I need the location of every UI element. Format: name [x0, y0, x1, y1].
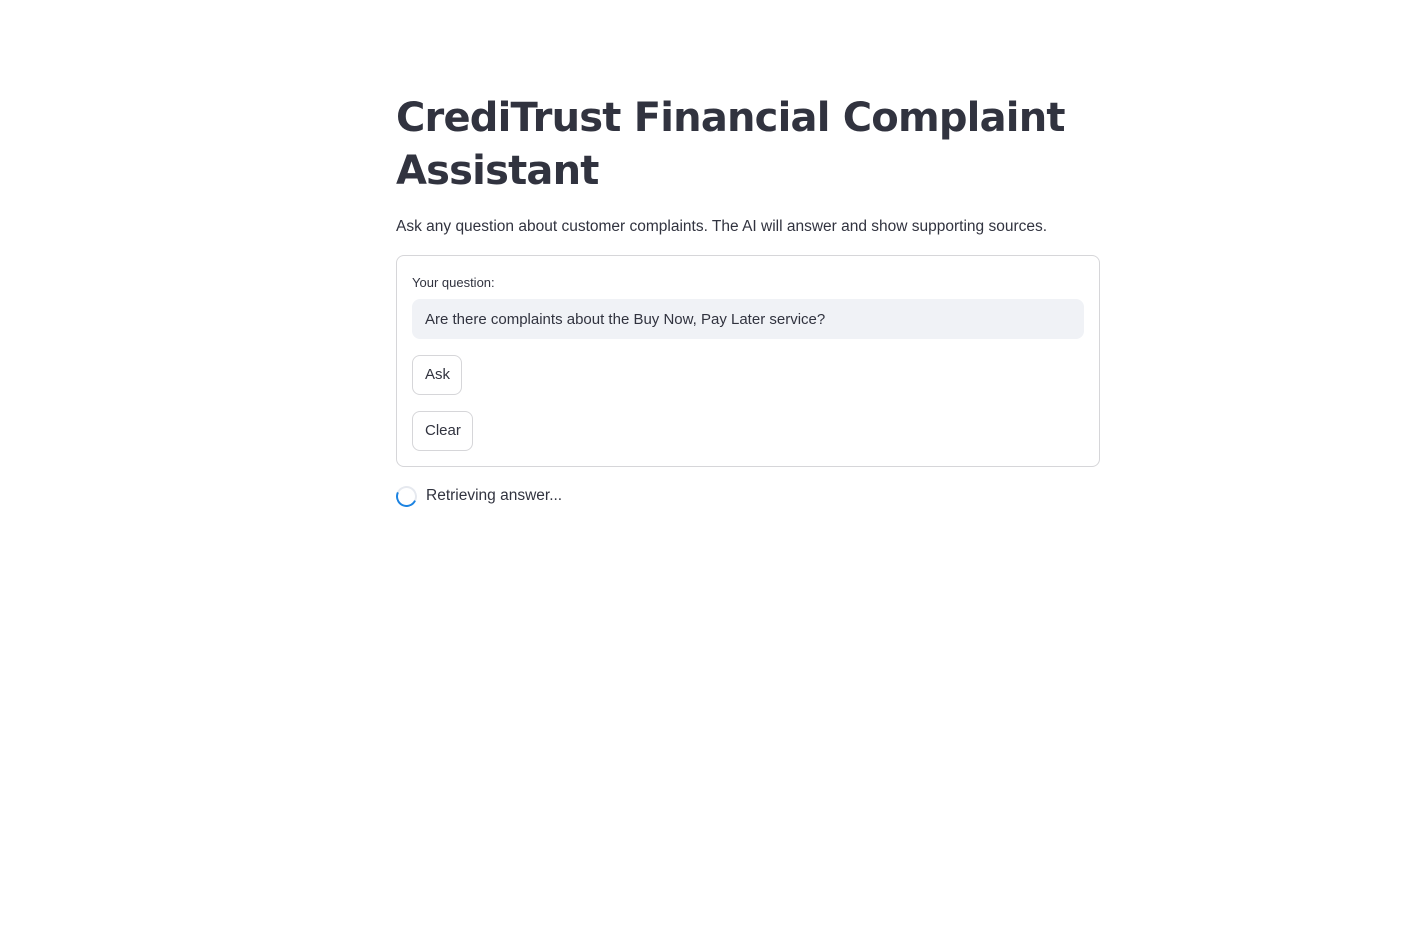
loading-status: Retrieving answer...: [393, 482, 563, 510]
status-text: Retrieving answer...: [426, 487, 563, 504]
ask-button[interactable]: Ask: [412, 355, 462, 395]
page-title: CrediTrust Financial Complaint Assistant: [396, 95, 1066, 194]
clear-button[interactable]: Clear: [412, 411, 473, 451]
page-subtitle: Ask any question about customer complain…: [396, 218, 1048, 235]
spinner-icon: [393, 482, 420, 510]
question-label: Your question:: [412, 275, 495, 290]
question-input[interactable]: [412, 299, 1084, 339]
question-form: Your question: Ask Clear: [396, 255, 1100, 467]
